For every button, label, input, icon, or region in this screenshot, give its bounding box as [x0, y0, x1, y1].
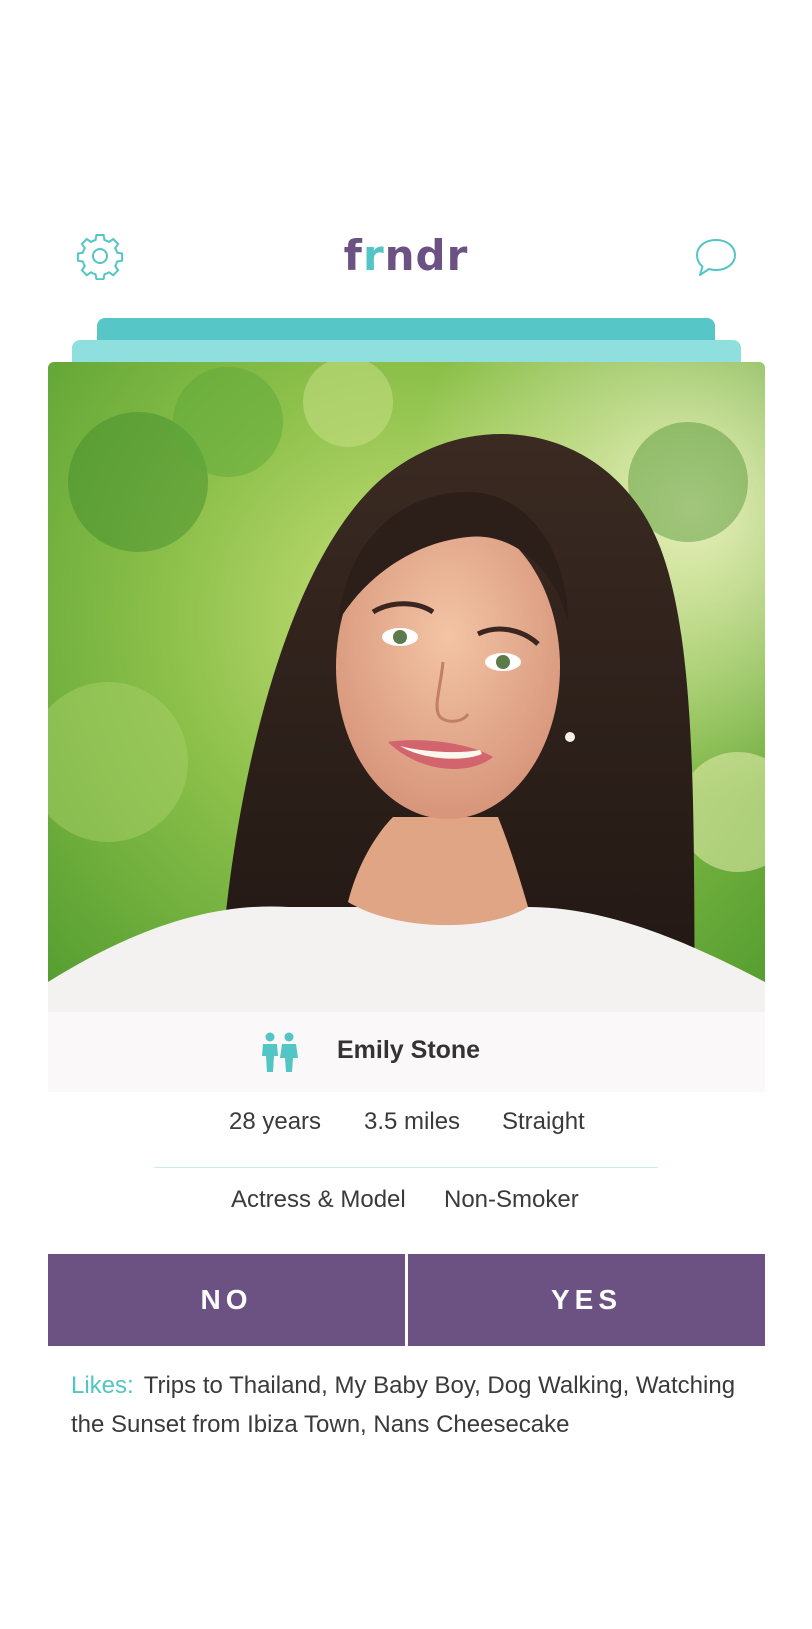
couple-icon [262, 1032, 298, 1072]
logo-text-prefix: f [343, 231, 363, 280]
likes-label: Likes: [71, 1372, 134, 1399]
yes-button[interactable]: YES [408, 1254, 765, 1346]
chat-bubble-icon [696, 239, 736, 276]
age-value: 28 years [229, 1108, 322, 1135]
stats-divider [154, 1167, 658, 1168]
no-button[interactable]: NO [48, 1254, 405, 1346]
logo-text-accent: r [362, 231, 385, 280]
app-header: frndr [0, 225, 812, 285]
logo-text-suffix: ndr [384, 231, 469, 280]
distance-value: 3.5 miles [364, 1108, 461, 1135]
smoking-value: Non-Smoker [444, 1186, 579, 1213]
profile-name: Emily Stone [337, 1036, 481, 1064]
occupation-value: Actress & Model [231, 1186, 406, 1213]
likes-text: Trips to Thailand, My Baby Boy, Dog Walk… [71, 1372, 736, 1438]
messages-button[interactable] [693, 237, 739, 279]
profile-traits: Actress & Model Non-Smoker [0, 1186, 812, 1226]
likes-section: Likes: Trips to Thailand, My Baby Boy, Do… [71, 1366, 751, 1444]
app-logo: frndr [0, 231, 812, 280]
profile-card[interactable]: Emily Stone [48, 362, 765, 1092]
profile-name-bar: Emily Stone [48, 1012, 765, 1092]
profile-stats: 28 years 3.5 miles Straight [0, 1108, 812, 1148]
profile-photo [48, 362, 765, 1092]
decision-bar: NO YES [48, 1254, 765, 1346]
orientation-value: Straight [502, 1108, 585, 1135]
